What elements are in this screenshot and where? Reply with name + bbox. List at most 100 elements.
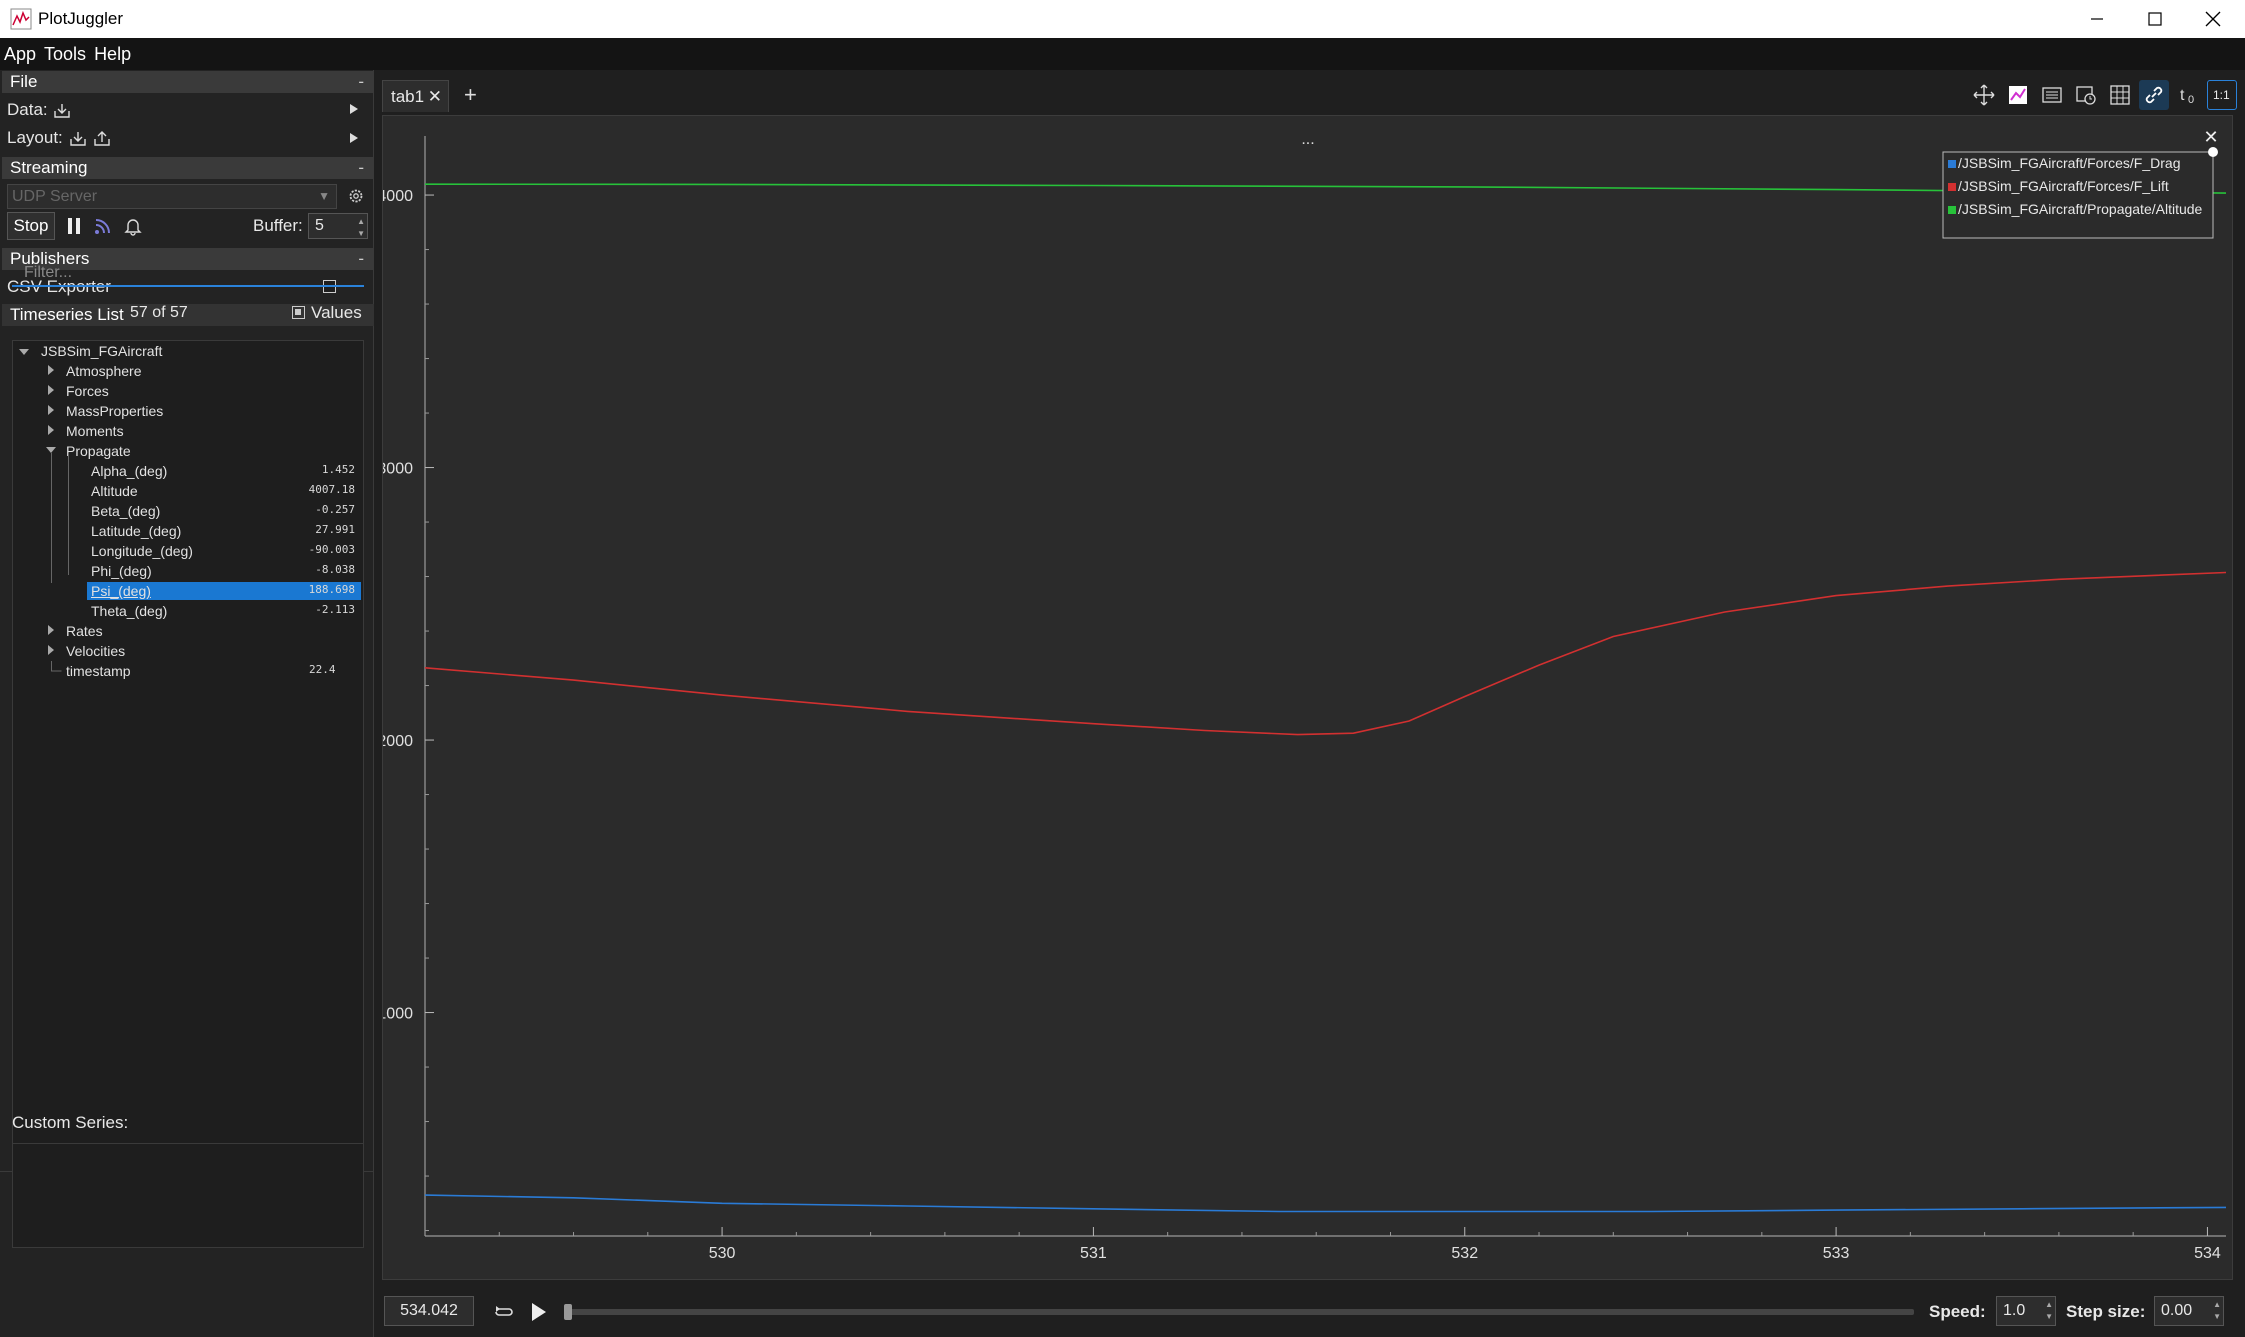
close-window-button[interactable] (2184, 0, 2242, 38)
maximize-button[interactable] (2126, 0, 2184, 38)
save-layout-icon[interactable] (92, 130, 112, 148)
tree-leaf[interactable]: Psi_(deg) (91, 581, 151, 601)
time-slider-handle[interactable] (564, 1304, 572, 1320)
step-size-spinbox[interactable]: 0.00 ▲ ▼ (2154, 1296, 2224, 1326)
tree-root[interactable]: JSBSim_FGAircraft (41, 341, 162, 361)
close-tab-icon[interactable]: ✕ (428, 81, 442, 113)
tree-leaf-value: 27.991 (315, 523, 355, 536)
y-tick-label: 4000 (383, 188, 413, 205)
tree-leaf[interactable]: Longitude_(deg) (91, 541, 193, 561)
tree-group-rates[interactable]: Rates (66, 621, 103, 641)
collapsed-arrow-icon[interactable] (48, 425, 54, 435)
minimize-button[interactable] (2068, 0, 2126, 38)
current-time-field[interactable]: 534.042 (384, 1296, 474, 1326)
buffer-spinbox[interactable]: 5 ▲ ▼ (308, 213, 368, 239)
tree-leaf[interactable]: Altitude (91, 481, 138, 501)
line-chart[interactable]: 1000 2000 3000 4000 530 531 532 533 534... ✕ /JSBS… (383, 116, 2234, 1281)
tree-leaf[interactable]: Alpha_(deg) (91, 461, 167, 481)
time-offset-button[interactable]: t0 (2173, 80, 2203, 110)
svg-text:0: 0 (2188, 94, 2194, 106)
link-icon (2145, 86, 2163, 104)
x-tick-label: 530 (709, 1245, 736, 1262)
layout-menu-arrow-icon[interactable] (350, 133, 358, 143)
values-label: Values (311, 303, 362, 322)
collapsed-arrow-icon[interactable] (48, 625, 54, 635)
tree-group-velocities[interactable]: Velocities (66, 641, 125, 661)
streaming-section-header[interactable]: Streaming - (2, 157, 374, 179)
grid-button[interactable] (2105, 80, 2135, 110)
legend-drag-handle[interactable] (2208, 147, 2218, 157)
menu-tools[interactable]: Tools (44, 44, 86, 65)
tree-leaf-value: -8.038 (315, 563, 355, 576)
tree-leaf[interactable]: Theta_(deg) (91, 601, 167, 621)
legend-swatch (1948, 206, 1956, 214)
ratio-1-1-button[interactable]: 1:1 (2207, 80, 2237, 110)
x-tick-label: 532 (1451, 1245, 1478, 1262)
plot-frame[interactable]: 1000 2000 3000 4000 530 531 532 533 534... ✕ /JSBS… (382, 115, 2233, 1280)
file-header-label: File (10, 72, 38, 91)
collapsed-arrow-icon[interactable] (48, 645, 54, 655)
move-pan-button[interactable] (1969, 80, 1999, 110)
plot-title: ... (1301, 131, 1314, 148)
legend-button[interactable] (2037, 80, 2067, 110)
streaming-header-label: Streaming (10, 158, 88, 177)
speed-spinbox[interactable]: 1.0 ▲ ▼ (1996, 1296, 2056, 1326)
tree-leaf-value: 188.698 (308, 583, 355, 596)
tree-group-atmosphere[interactable]: Atmosphere (66, 361, 141, 381)
y-tick-label: 1000 (383, 1006, 413, 1023)
close-plot-icon[interactable]: ✕ (2203, 127, 2218, 148)
stop-streaming-button[interactable]: Stop (7, 212, 55, 240)
values-toggle[interactable]: Values (292, 303, 362, 323)
plot-toolbar: t0 1:1 (1969, 80, 2237, 112)
tree-leaf[interactable]: Beta_(deg) (91, 501, 160, 521)
add-tab-button[interactable]: + (464, 82, 477, 108)
time-slider[interactable] (564, 1304, 1914, 1320)
collapsed-arrow-icon[interactable] (48, 365, 54, 375)
tree-leaf-value: -0.257 (315, 503, 355, 516)
menu-help[interactable]: Help (94, 44, 131, 65)
step-size-label: Step size: (2066, 1302, 2146, 1321)
tree-leaf[interactable]: Latitude_(deg) (91, 521, 181, 541)
time-tracker-button[interactable] (2071, 80, 2101, 110)
pause-icon[interactable] (66, 217, 82, 235)
load-data-icon[interactable] (52, 102, 72, 120)
y-tick-label: 3000 (383, 461, 413, 478)
tree-guide-lines (51, 453, 69, 583)
notification-bell-icon[interactable] (124, 216, 142, 236)
plot-style-button[interactable] (2003, 80, 2033, 110)
spin-arrows-icon[interactable]: ▲ ▼ (2045, 1299, 2053, 1323)
menu-app[interactable]: App (4, 44, 36, 65)
spin-arrows-icon[interactable]: ▲ ▼ (357, 216, 365, 240)
streaming-settings-gear-icon[interactable] (347, 187, 365, 205)
filter-input[interactable]: Filter... (12, 259, 364, 287)
data-row: Data: (7, 100, 72, 120)
play-icon[interactable] (531, 1302, 547, 1322)
streaming-collapse-toggle[interactable]: - (358, 157, 364, 179)
tree-group-forces[interactable]: Forces (66, 381, 109, 401)
data-menu-arrow-icon[interactable] (350, 104, 358, 114)
rss-feed-icon[interactable] (94, 217, 112, 235)
tree-leaf[interactable]: Phi_(deg) (91, 561, 152, 581)
streaming-source-select[interactable]: UDP Server ▼ (7, 184, 337, 209)
expanded-arrow-icon[interactable] (19, 349, 29, 355)
tab-tab1[interactable]: tab1 ✕ (382, 80, 449, 112)
close-icon (2205, 11, 2221, 27)
layout-label: Layout: (7, 128, 63, 147)
tree-group-massproperties[interactable]: MassProperties (66, 401, 163, 421)
collapsed-arrow-icon[interactable] (48, 385, 54, 395)
collapsed-arrow-icon[interactable] (48, 405, 54, 415)
file-collapse-toggle[interactable]: - (358, 71, 364, 93)
custom-series-list[interactable] (12, 1143, 364, 1248)
link-axes-button[interactable] (2139, 80, 2169, 110)
streaming-source-value: UDP Server (12, 188, 98, 205)
timeseries-tree: JSBSim_FGAircraft Atmosphere Forces Mass… (12, 340, 364, 1165)
load-layout-icon[interactable] (68, 130, 88, 148)
values-checkbox[interactable] (292, 306, 305, 319)
spin-arrows-icon[interactable]: ▲ ▼ (2213, 1299, 2221, 1323)
tree-leaf-timestamp[interactable]: timestamp (66, 661, 131, 681)
tree-group-moments[interactable]: Moments (66, 421, 124, 441)
file-section-header[interactable]: File - (2, 71, 374, 93)
grid-icon (2110, 85, 2130, 105)
plotjuggler-logo-icon (10, 8, 32, 30)
loop-icon[interactable] (493, 1303, 515, 1321)
